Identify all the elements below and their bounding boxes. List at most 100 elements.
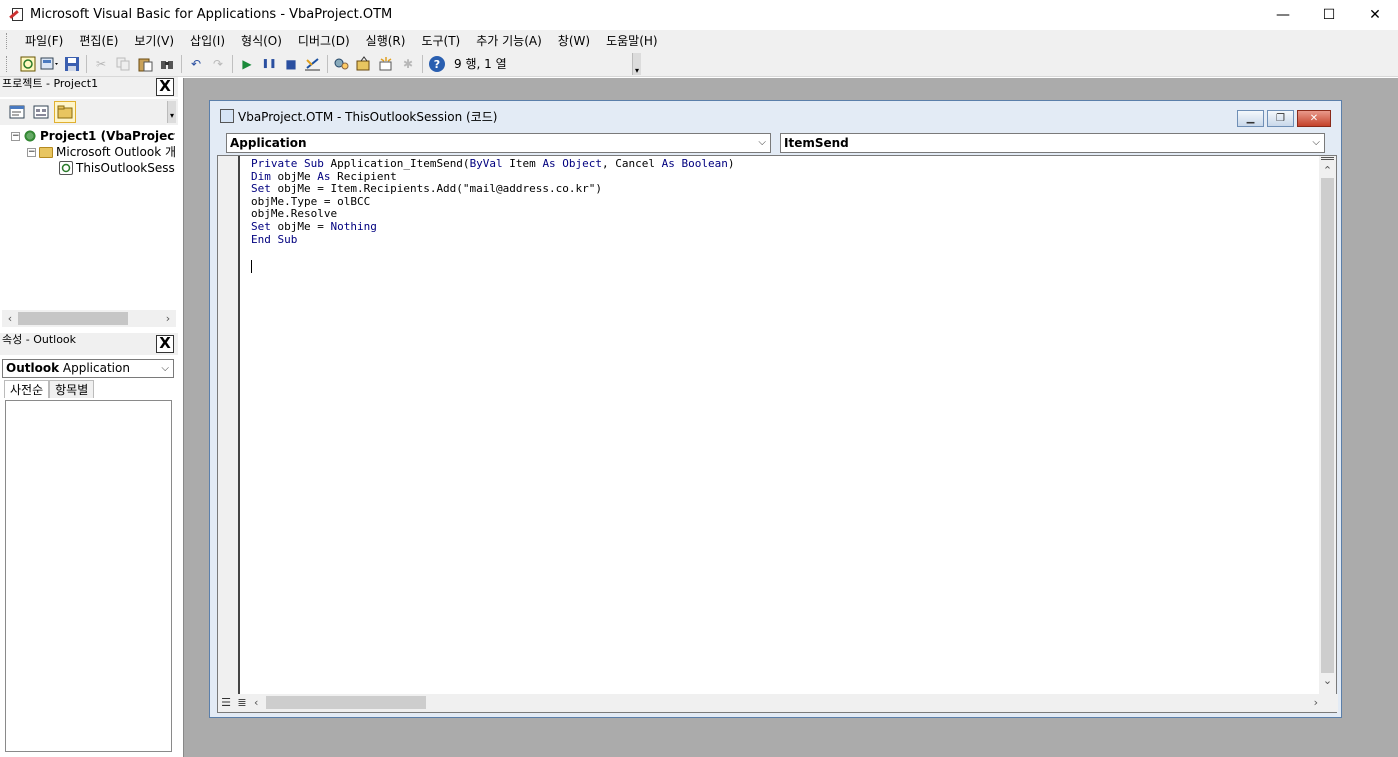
code-window-close-button[interactable]: ✕ (1297, 110, 1331, 127)
properties-title: 속성 - Outlook (2, 333, 77, 346)
scroll-thumb[interactable] (18, 312, 128, 325)
menu-bar: 파일(F) 편집(E) 보기(V) 삽입(I) 형식(O) 디버그(D) 실행(… (0, 30, 1398, 52)
collapse-icon[interactable]: − (27, 147, 36, 157)
menu-format[interactable]: 형식(O) (233, 31, 290, 51)
project-tree-hscrollbar[interactable]: ‹ › (2, 310, 176, 327)
title-bar: Microsoft Visual Basic for Applications … (0, 0, 1398, 30)
scroll-thumb[interactable] (266, 696, 426, 709)
procedure-combo[interactable]: ItemSend ⌵ (780, 133, 1325, 153)
view-outlook-icon[interactable] (17, 53, 39, 75)
code-bottom-bar: ☰ ≣ ‹ › (218, 694, 1338, 712)
project-explorer-toolbar: ▾ (0, 99, 178, 125)
code-window-title: VbaProject.OTM - ThisOutlookSession (코드) (238, 109, 498, 124)
tab-categorized[interactable]: 항목별 (49, 380, 95, 398)
menu-debug[interactable]: 디버그(D) (290, 31, 358, 51)
standard-toolbar: ✂ ↶ ↷ ▶ ❚❚ ■ ✱ ? 9 행, 1 열 ▾ (0, 52, 1398, 77)
break-icon[interactable]: ❚❚ (258, 53, 280, 75)
scroll-thumb[interactable] (1321, 178, 1334, 673)
save-icon[interactable] (61, 53, 83, 75)
cursor-position-status: 9 행, 1 열 (454, 57, 507, 71)
code-editor[interactable]: Private Sub Application_ItemSend(ByVal I… (217, 155, 1338, 713)
project-explorer-close-button[interactable]: X (156, 78, 174, 96)
collapse-icon[interactable]: − (11, 131, 20, 141)
object-combo-value: Application (230, 136, 307, 150)
menu-window[interactable]: 창(W) (550, 31, 598, 51)
tab-alphabetic[interactable]: 사전순 (4, 380, 50, 398)
view-object-icon[interactable] (30, 101, 52, 123)
scroll-right-icon[interactable]: › (1314, 694, 1318, 712)
menu-tools[interactable]: 도구(T) (413, 31, 468, 51)
folder-icon (39, 146, 53, 158)
maximize-button[interactable]: ☐ (1306, 0, 1352, 30)
code-window: VbaProject.OTM - ThisOutlookSession (코드)… (209, 100, 1342, 718)
run-icon[interactable]: ▶ (236, 53, 258, 75)
procedure-view-icon[interactable]: ☰ (218, 695, 234, 711)
object-browser-icon[interactable] (375, 53, 397, 75)
redo-icon[interactable]: ↷ (207, 53, 229, 75)
scroll-up-icon[interactable]: ⌃ (1319, 164, 1336, 177)
menu-edit[interactable]: 편집(E) (71, 31, 126, 51)
design-mode-icon[interactable] (302, 53, 324, 75)
tree-item-outlook-objects[interactable]: − Microsoft Outlook 개 (27, 144, 176, 160)
undo-icon[interactable]: ↶ (185, 53, 207, 75)
toolbar-grip[interactable] (6, 56, 9, 72)
code-text[interactable]: Private Sub Application_ItemSend(ByVal I… (251, 157, 735, 246)
properties-tabs: 사전순 항목별 (4, 380, 95, 398)
scroll-left-icon[interactable]: ‹ (254, 694, 258, 712)
indicator-margin[interactable] (218, 156, 240, 694)
code-line: Set objMe = Item.Recipients.Add("mail@ad… (251, 182, 603, 196)
code-window-titlebar[interactable]: VbaProject.OTM - ThisOutlookSession (코드)… (210, 101, 1341, 131)
toggle-folders-icon[interactable] (54, 101, 76, 123)
project-explorer-icon[interactable] (331, 53, 353, 75)
project-tree: − Project1 (VbaProject − Microsoft Outlo… (2, 126, 176, 310)
code-vscrollbar[interactable]: ⌃ ⌄ (1319, 156, 1336, 694)
close-button[interactable]: ✕ (1352, 0, 1398, 30)
properties-icon[interactable] (353, 53, 375, 75)
cut-icon[interactable]: ✂ (90, 53, 112, 75)
help-icon[interactable]: ? (426, 53, 448, 75)
vba-app-icon (9, 7, 25, 23)
menu-addins[interactable]: 추가 기능(A) (468, 31, 550, 51)
scroll-left-icon[interactable]: ‹ (2, 310, 18, 327)
toolbox-icon[interactable]: ✱ (397, 53, 419, 75)
menu-view[interactable]: 보기(V) (126, 31, 182, 51)
insert-module-icon[interactable] (39, 53, 61, 75)
object-combo[interactable]: Application ⌵ (226, 133, 771, 153)
properties-grid[interactable] (5, 400, 172, 752)
code-window-minimize-button[interactable]: ▁ (1237, 110, 1264, 127)
properties-close-button[interactable]: X (156, 335, 174, 353)
scroll-right-icon[interactable]: › (160, 310, 176, 327)
outlook-module-icon (59, 161, 73, 175)
tree-item-label: Microsoft Outlook 개 (56, 145, 176, 159)
scroll-down-icon[interactable]: ⌄ (1319, 674, 1336, 687)
properties-object-select[interactable]: Outlook Application ⌵ (2, 359, 174, 378)
find-icon[interactable] (156, 53, 178, 75)
svg-text:?: ? (434, 58, 440, 71)
project-explorer-title: 프로젝트 - Project1 (2, 77, 99, 90)
project-explorer-header: 프로젝트 - Project1 (0, 77, 178, 97)
code-window-restore-button[interactable]: ❐ (1267, 110, 1294, 127)
menu-run[interactable]: 실행(R) (358, 31, 414, 51)
reset-icon[interactable]: ■ (280, 53, 302, 75)
paste-icon[interactable] (134, 53, 156, 75)
menu-help[interactable]: 도움말(H) (598, 31, 666, 51)
split-handle[interactable] (1321, 157, 1334, 160)
toolbar-options-button[interactable]: ▾ (632, 53, 641, 75)
menubar-grip[interactable] (6, 33, 9, 49)
properties-header: 속성 - Outlook (0, 333, 178, 355)
view-code-icon[interactable] (6, 101, 28, 123)
text-caret (251, 260, 252, 273)
chevron-down-icon: ⌵ (758, 137, 766, 148)
chevron-down-icon: ⌵ (1312, 137, 1320, 148)
menu-file[interactable]: 파일(F) (17, 31, 71, 51)
tree-item-thisoutlooksession[interactable]: ThisOutlookSess (59, 160, 175, 176)
tree-item-label: ThisOutlookSess (76, 161, 175, 175)
copy-icon[interactable] (112, 53, 134, 75)
full-module-view-icon[interactable]: ≣ (234, 695, 250, 711)
minimize-button[interactable]: — (1260, 0, 1306, 30)
window-title: Microsoft Visual Basic for Applications … (30, 7, 393, 22)
menu-insert[interactable]: 삽입(I) (182, 31, 233, 51)
tree-item-project[interactable]: − Project1 (VbaProject (11, 128, 175, 144)
project-toolbar-options-button[interactable]: ▾ (167, 101, 176, 123)
project-icon (23, 129, 37, 143)
